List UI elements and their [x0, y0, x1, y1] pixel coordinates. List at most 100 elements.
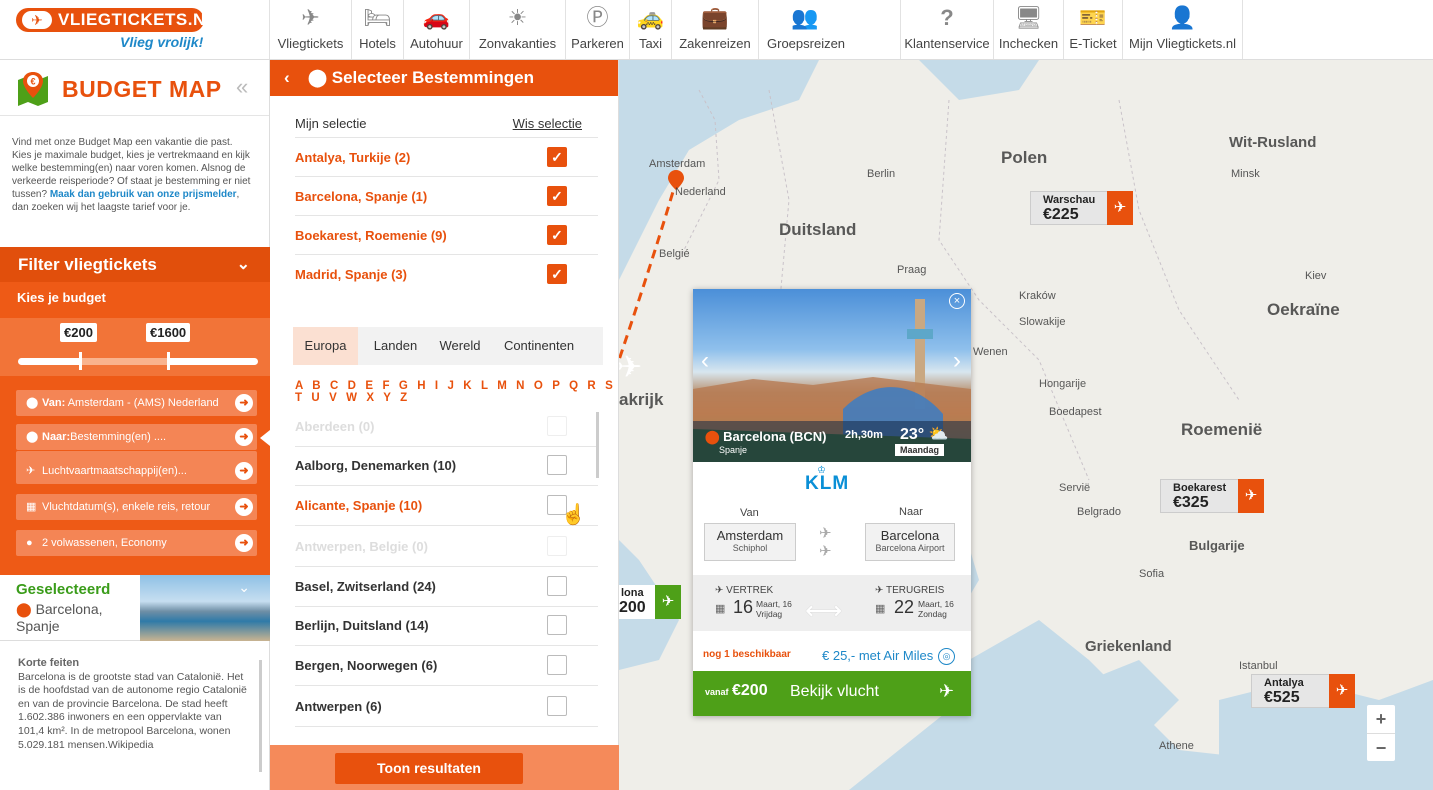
carousel-next-icon[interactable]: › — [953, 347, 961, 375]
alphabet-filter[interactable]: A B C D E F G H I J K L M N O P Q R S T … — [295, 380, 618, 404]
departure-day: 16 — [733, 597, 754, 617]
to-filter-row[interactable]: ⬤ Naar:Bestemming(en) .... ➜ — [16, 424, 257, 450]
back-arrow-icon[interactable]: ‹ — [284, 60, 308, 96]
map-label-servie: Servië — [1059, 482, 1091, 494]
filter-header[interactable]: Filter vliegtickets ⌄ — [0, 247, 270, 282]
collapse-panel-icon[interactable]: « — [236, 74, 248, 100]
selected-item[interactable]: Boekarest, Roemenie (9) ✓ — [295, 216, 598, 255]
departure-month: Maart, 16 — [756, 599, 792, 609]
list-item[interactable]: Alicante, Spanje (10) — [295, 486, 598, 526]
selected-item[interactable]: Barcelona, Spanje (1) ✓ — [295, 177, 598, 216]
checkbox[interactable] — [547, 696, 567, 716]
map-label-slowakije: Slowakije — [1019, 316, 1066, 328]
nav-hotels[interactable]: 🛏 Hotels — [351, 0, 403, 59]
price-marker-antalya[interactable]: Antalya €525 ✈ — [1251, 674, 1355, 708]
nav-zonvakanties[interactable]: ☀ Zonvakanties — [469, 0, 565, 59]
tab-continenten[interactable]: Continenten — [487, 327, 591, 365]
calendar-icon: ▦ — [715, 603, 726, 615]
nav-parkeren[interactable]: Ⓟ Parkeren — [565, 0, 629, 59]
prijsmelder-link[interactable]: Maak dan gebruik van onze prijsmelder — [50, 189, 237, 200]
passenger-filter-row[interactable]: ● 2 volwassenen, Economy ➜ — [16, 530, 257, 556]
chevron-down-icon[interactable]: ⌄ — [238, 579, 250, 596]
nav-zakenreizen[interactable]: 💼 Zakenreizen — [671, 0, 758, 59]
checkbox[interactable] — [547, 536, 567, 556]
user-icon: 👤 — [1168, 5, 1197, 30]
plane-icon: ✈ — [301, 5, 320, 30]
checkbox[interactable] — [547, 655, 567, 675]
tab-landen[interactable]: Landen — [358, 327, 433, 365]
list-scrollbar[interactable] — [596, 412, 599, 478]
map-label-roemenie: Roemenië — [1181, 420, 1263, 439]
map-label-nederland: Nederland — [675, 186, 726, 198]
nav-inchecken[interactable]: 🖥 Inchecken — [993, 0, 1063, 59]
list-item[interactable]: Berlijn, Duitsland (14) — [295, 606, 598, 646]
map-city: Sofia — [1139, 568, 1165, 580]
checkbox-checked[interactable]: ✓ — [547, 264, 567, 284]
nav-eticket[interactable]: 🎫 E-Ticket — [1063, 0, 1122, 59]
selected-title: Geselecteerd — [16, 581, 111, 598]
map-city: Kraków — [1019, 290, 1056, 302]
arrow-right-icon: ➜ — [235, 498, 253, 516]
budget-label: Kies je budget — [17, 290, 106, 305]
checkbox-checked[interactable]: ✓ — [547, 225, 567, 245]
list-item[interactable]: Antwerpen, Belgie (0) — [295, 527, 598, 567]
price-marker-boekarest[interactable]: Boekarest €325 ✈ — [1160, 479, 1264, 513]
map-city: Athene — [1159, 740, 1194, 752]
list-item[interactable]: Basel, Zwitserland (24) — [295, 567, 598, 607]
from-filter-row[interactable]: ⬤ Van: Amsterdam - (AMS) Nederland ➜ — [16, 390, 257, 416]
nav-taxi[interactable]: 🚕 Taxi — [629, 0, 671, 59]
vliegtickets-logo[interactable]: VLIEGTICKETS.NL ✈ Vlieg vrolijk! — [16, 8, 216, 54]
slider-max-handle[interactable] — [167, 352, 170, 370]
selected-destination[interactable]: Geselecteerd ⬤ Barcelona, Spanje ⌄ — [0, 575, 270, 641]
carousel-prev-icon[interactable]: ‹ — [701, 347, 709, 375]
checkbox-checked[interactable]: ✓ — [547, 147, 567, 167]
checkbox[interactable] — [547, 615, 567, 635]
selected-item[interactable]: Madrid, Spanje (3) ✓ — [295, 255, 598, 294]
budget-map-intro: Vind met onze Budget Map een vakantie di… — [12, 136, 252, 214]
list-item[interactable]: Antwerpen (6) — [295, 687, 598, 727]
checkbox[interactable] — [547, 576, 567, 596]
nav-label: Groepsreizen — [767, 36, 846, 51]
show-results-button[interactable]: Toon resultaten — [335, 753, 523, 784]
nav-groepsreizen[interactable]: 👥 Groepsreizen — [758, 0, 900, 59]
list-item[interactable]: Bergen, Noorwegen (6) — [295, 646, 598, 686]
zoom-in-button[interactable]: + — [1367, 705, 1395, 734]
price-marker-barcelona[interactable]: lona 200 ✈ — [619, 585, 681, 619]
date-filter-row[interactable]: ▦ Vluchtdatum(s), enkele reis, retour ➜ — [16, 494, 257, 520]
origin-city: Amsterdam — [716, 528, 784, 543]
close-icon[interactable]: × — [949, 293, 965, 309]
taxi-icon: 🚕 — [636, 5, 665, 30]
checkbox-checked[interactable]: ✓ — [547, 186, 567, 206]
departure-weekday: Vrijdag — [756, 609, 783, 619]
flight-dates: ✈ VERTREK ▦ 16 Maart, 16 Vrijdag ⟷ ✈ TERU… — [693, 575, 971, 631]
list-item[interactable]: Aalborg, Denemarken (10) — [295, 446, 598, 486]
tab-europa[interactable]: Europa — [293, 327, 358, 365]
map-city: Istanbul — [1239, 660, 1278, 672]
air-miles-offer[interactable]: € 25,- met Air Miles — [822, 648, 933, 663]
view-flight-button[interactable]: vanaf €200 Bekijk vlucht ✈ — [693, 671, 971, 716]
tab-wereld[interactable]: Wereld — [433, 327, 487, 365]
selected-item-label: Boekarest, Roemenie (9) — [295, 228, 447, 243]
checkbox[interactable] — [547, 416, 567, 436]
nav-mijn-vliegtickets[interactable]: 👤 Mijn Vliegtickets.nl — [1122, 0, 1243, 59]
slider-min-handle[interactable] — [79, 352, 82, 370]
question-icon: ? — [940, 5, 954, 30]
to-label: Naar — [899, 506, 923, 518]
clear-selection-link[interactable]: Wis selectie — [513, 116, 582, 131]
nav-autohuur[interactable]: 🚗 Autohuur — [403, 0, 469, 59]
nav-vliegtickets[interactable]: ✈ Vliegtickets — [269, 0, 351, 59]
nav-klantenservice[interactable]: ? Klantenservice — [900, 0, 993, 59]
facts-scrollbar[interactable] — [259, 660, 262, 772]
zoom-out-button[interactable]: − — [1367, 734, 1395, 762]
list-item[interactable]: Aberdeen (0) — [295, 407, 598, 447]
region-tabs: Europa Landen Wereld Continenten — [293, 327, 603, 365]
checkbox[interactable] — [547, 455, 567, 475]
return-label: ✈ TERUGREIS — [875, 585, 944, 596]
airline-filter-row[interactable]: ✈ Luchtvaartmaatschappij(en)... ➜ — [16, 458, 257, 484]
selected-item[interactable]: Antalya, Turkije (2) ✓ — [295, 138, 598, 177]
price-marker-warschau[interactable]: Warschau €225 ✈ — [1030, 191, 1133, 225]
budget-slider[interactable]: €200 €1600 — [0, 318, 270, 376]
departure-label-text: VERTREK — [726, 585, 774, 596]
list-item-label: Basel, Zwitserland (24) — [295, 579, 436, 594]
calendar-icon: ▦ — [875, 603, 886, 615]
